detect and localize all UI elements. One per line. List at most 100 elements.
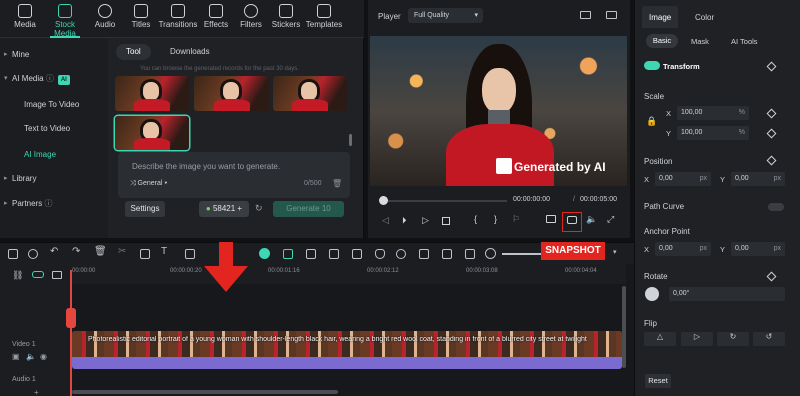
- tab-image[interactable]: Image: [649, 13, 671, 22]
- rotate-dial[interactable]: [645, 287, 659, 301]
- transform-toggle[interactable]: [644, 61, 660, 70]
- track-lock-icon[interactable]: ▣: [12, 352, 20, 361]
- layout-icon[interactable]: [606, 11, 617, 19]
- generated-thumbnail[interactable]: [115, 76, 189, 111]
- tab-titles[interactable]: Titles: [120, 4, 162, 36]
- quality-select[interactable]: Full Quality ▾: [408, 8, 483, 23]
- tab-templates[interactable]: Templates: [302, 4, 346, 36]
- thumbnail-scrollbar[interactable]: [349, 134, 352, 146]
- anchor-x-field[interactable]: 0,00 px: [655, 242, 711, 256]
- sidebar-item-ai-image[interactable]: AI Image: [0, 145, 108, 165]
- position-x-field[interactable]: 0,00 px: [655, 172, 711, 186]
- path-curve-toggle[interactable]: [768, 203, 784, 211]
- tab-stock-media[interactable]: Stock Media: [44, 4, 86, 38]
- reset-button[interactable]: Reset: [645, 374, 671, 388]
- prompt-input[interactable]: Describe the image you want to generate.: [132, 162, 280, 171]
- subtab-mask[interactable]: Mask: [691, 37, 709, 46]
- microphone-icon[interactable]: [396, 249, 406, 259]
- rotate-left-icon[interactable]: ↺: [753, 332, 785, 346]
- crop-icon[interactable]: [140, 249, 150, 259]
- prompt-box[interactable]: Describe the image you want to generate.…: [118, 152, 350, 198]
- prev-frame-icon[interactable]: ◁: [382, 215, 389, 226]
- fullscreen-icon[interactable]: ⤢: [607, 214, 614, 225]
- timeline-hscrollbar[interactable]: [72, 390, 338, 394]
- style-selector[interactable]: ⤨ General ▾: [130, 180, 167, 188]
- tab-media[interactable]: Media: [4, 4, 46, 36]
- sidebar-item-mine[interactable]: Mine: [0, 45, 108, 65]
- sidebar-item-partners[interactable]: Partners ⓘ: [0, 194, 108, 214]
- track-settings-icon[interactable]: [52, 271, 62, 279]
- subtab-basic[interactable]: Basic: [646, 34, 678, 48]
- generated-thumbnail[interactable]: [273, 76, 347, 111]
- volume-icon[interactable]: 🔈: [586, 214, 597, 225]
- track-volume-icon[interactable]: 🔈: [26, 352, 36, 361]
- scale-y-field[interactable]: 100,00%: [677, 126, 749, 140]
- sidebar-item-library[interactable]: Library: [0, 169, 108, 189]
- display-icon[interactable]: [546, 215, 556, 223]
- scene-icon[interactable]: [306, 249, 316, 259]
- tab-tool[interactable]: Tool: [116, 44, 151, 60]
- ai-tool-icon[interactable]: [259, 248, 270, 259]
- step-forward-icon[interactable]: ⏵: [402, 215, 407, 226]
- tab-downloads[interactable]: Downloads: [160, 44, 220, 60]
- lock-icon[interactable]: 🔒: [646, 116, 657, 127]
- keyframe-tool-icon[interactable]: [329, 249, 339, 259]
- add-track-icon[interactable]: +: [34, 388, 39, 396]
- anchor-y-field[interactable]: 0,00 px: [731, 242, 785, 256]
- sticker-icon[interactable]: [442, 249, 452, 259]
- playhead-handle[interactable]: [66, 308, 76, 328]
- mark-in-icon[interactable]: {: [474, 214, 477, 224]
- split-icon[interactable]: ✂: [118, 246, 126, 257]
- redo-icon[interactable]: ↷: [72, 246, 80, 257]
- flip-horizontal-icon[interactable]: △: [644, 332, 676, 346]
- credits-button[interactable]: ● 58421 +: [199, 201, 249, 217]
- speed-icon[interactable]: [185, 249, 195, 259]
- position-y-field[interactable]: 0,00 px: [731, 172, 785, 186]
- generated-thumbnail[interactable]: [194, 76, 269, 111]
- timeline-vscrollbar[interactable]: [622, 286, 626, 368]
- progress-track[interactable]: [382, 200, 507, 202]
- generate-button[interactable]: Generate 10: [273, 201, 344, 217]
- link-icon[interactable]: ⛓: [12, 270, 23, 281]
- flip-vertical-icon[interactable]: ▷: [681, 332, 713, 346]
- rotate-field[interactable]: 0,00°: [669, 287, 785, 301]
- snap-icon[interactable]: [283, 249, 293, 259]
- image-icon[interactable]: [580, 11, 591, 19]
- video-preview[interactable]: Generated by AI: [370, 36, 627, 186]
- tab-stickers[interactable]: Stickers: [265, 4, 307, 36]
- motion-icon[interactable]: [352, 249, 362, 259]
- progress-handle[interactable]: [379, 196, 388, 205]
- trash-icon[interactable]: 🗑: [332, 179, 342, 188]
- shield-icon[interactable]: [375, 249, 385, 259]
- rotate-right-icon[interactable]: ↻: [717, 332, 749, 346]
- scale-x-field[interactable]: 100,00%: [677, 106, 749, 120]
- tab-transitions[interactable]: Transitions: [157, 4, 199, 36]
- sidebar-item-image-to-video[interactable]: Image To Video: [0, 95, 108, 115]
- playhead[interactable]: [70, 270, 72, 396]
- zoom-slider[interactable]: [502, 253, 542, 255]
- layout-grid-icon[interactable]: [8, 249, 18, 259]
- grid-icon[interactable]: [465, 249, 475, 259]
- track-visibility-icon[interactable]: ◉: [40, 352, 47, 361]
- stop-icon[interactable]: [442, 217, 450, 225]
- undo-icon[interactable]: ↶: [50, 246, 58, 257]
- settings-button[interactable]: Settings: [125, 201, 165, 217]
- sidebar-item-text-to-video[interactable]: Text to Video: [0, 119, 108, 139]
- tab-color[interactable]: Color: [695, 13, 714, 22]
- select-tool-icon[interactable]: [28, 249, 38, 259]
- audio-mix-icon[interactable]: [419, 249, 429, 259]
- refresh-icon[interactable]: ↻: [255, 203, 263, 214]
- zoom-out-icon[interactable]: [485, 248, 496, 259]
- text-icon[interactable]: T: [161, 246, 167, 257]
- timeline-ruler[interactable]: [70, 264, 626, 284]
- play-icon[interactable]: ▷: [422, 215, 429, 226]
- flag-icon[interactable]: ⚐: [512, 214, 520, 225]
- mark-out-icon[interactable]: }: [494, 214, 497, 224]
- video-clip[interactable]: Photorealistic editorial portrait of a y…: [72, 331, 622, 369]
- more-icon[interactable]: ▾: [613, 248, 617, 256]
- sidebar-item-ai-media[interactable]: AI Media ⓘAI: [0, 69, 108, 89]
- generated-thumbnail-selected[interactable]: [115, 116, 189, 150]
- delete-icon[interactable]: 🗑: [94, 246, 107, 257]
- subtab-ai-tools[interactable]: AI Tools: [731, 37, 758, 46]
- track-link-icon[interactable]: [32, 271, 44, 278]
